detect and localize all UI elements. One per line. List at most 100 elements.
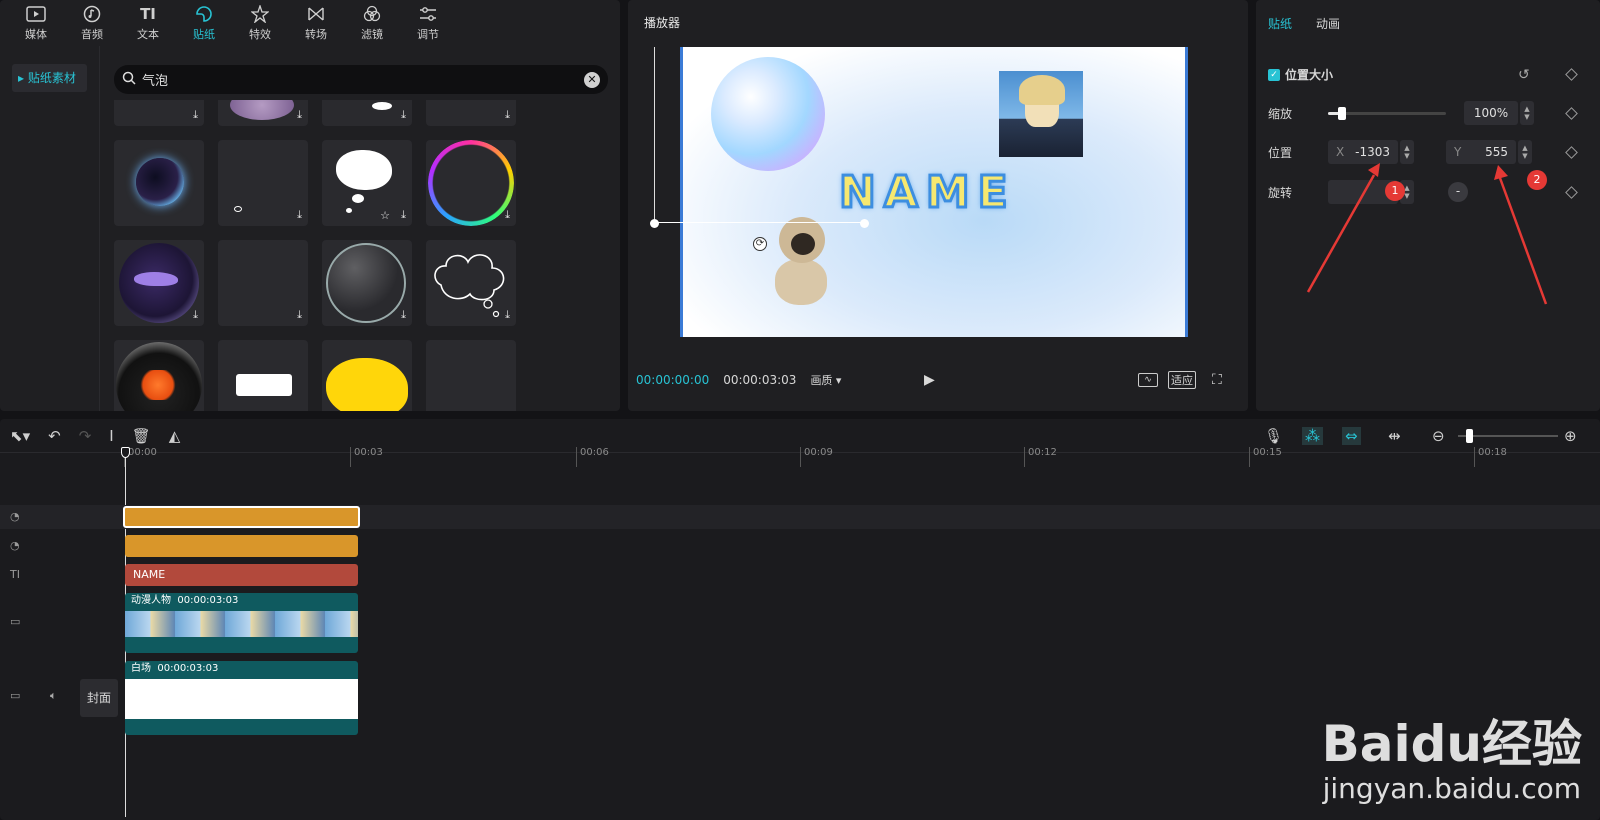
zoom-slider[interactable] bbox=[1458, 429, 1558, 443]
tab-sticker[interactable]: 贴纸 bbox=[176, 0, 232, 46]
tab-adjust[interactable]: 调节 bbox=[400, 0, 456, 46]
keyframe-icon[interactable] bbox=[1565, 106, 1578, 120]
fit-label: 适应 bbox=[1171, 374, 1193, 387]
tab-media[interactable]: 媒体 bbox=[8, 0, 64, 46]
download-icon[interactable]: ⤓ bbox=[505, 108, 510, 122]
search-input[interactable]: 气泡 bbox=[142, 70, 578, 89]
mirror-icon[interactable]: ◭ bbox=[169, 427, 181, 445]
download-icon[interactable]: ⤓ bbox=[505, 208, 510, 222]
character-image[interactable] bbox=[999, 71, 1083, 157]
video-clip[interactable]: 动漫人物 00:00:03:03 bbox=[125, 593, 358, 653]
cover-button[interactable]: 封面 bbox=[80, 679, 118, 717]
auto-snap-icon[interactable]: ⁂ bbox=[1302, 426, 1323, 445]
rotate-handle-icon[interactable]: ⟳ bbox=[753, 237, 767, 251]
download-icon[interactable]: ⤓ bbox=[193, 108, 198, 122]
sticker-item[interactable]: ⤓ bbox=[218, 240, 308, 326]
select-tool-icon[interactable]: ⬉▾ bbox=[10, 427, 30, 445]
tab-sticker-props[interactable]: 贴纸 bbox=[1268, 15, 1292, 32]
keyframe-icon[interactable] bbox=[1565, 185, 1578, 199]
sticker-item[interactable] bbox=[322, 340, 412, 411]
preview-axis-icon[interactable]: ⇹ bbox=[1388, 427, 1401, 445]
waveform-icon[interactable]: ∿ bbox=[1138, 373, 1158, 387]
clear-search-icon[interactable]: ✕ bbox=[584, 71, 600, 88]
download-icon[interactable]: ⤓ bbox=[297, 108, 302, 122]
tab-label: 滤镜 bbox=[361, 28, 383, 41]
split-icon[interactable]: Ⅰ bbox=[109, 427, 113, 445]
scale-stepper[interactable]: ▲ ▼ bbox=[1520, 101, 1534, 125]
redo-icon[interactable]: ↷ bbox=[79, 427, 92, 445]
download-icon[interactable]: ⤓ bbox=[297, 308, 302, 322]
sticker-item[interactable]: ⤓ bbox=[218, 100, 308, 126]
sticker-item[interactable]: ⤓ bbox=[218, 140, 308, 226]
sticker-item[interactable]: ⤓ bbox=[114, 240, 204, 326]
baidu-watermark: Baidu经验 jingyan.baidu.com bbox=[1322, 716, 1582, 805]
play-button[interactable]: ▶ bbox=[924, 372, 935, 388]
pug-sticker[interactable] bbox=[763, 213, 833, 307]
sticker-item[interactable] bbox=[114, 140, 204, 226]
sticker-item[interactable]: ⤓ bbox=[322, 240, 412, 326]
fullscreen-icon[interactable]: ⛶ bbox=[1212, 372, 1222, 388]
text-clip[interactable]: NAME bbox=[125, 564, 358, 586]
total-time: 00:00:03:03 bbox=[723, 373, 797, 387]
rotation-dial[interactable]: - bbox=[1448, 182, 1468, 202]
resize-handle[interactable] bbox=[650, 219, 659, 228]
zoom-out-icon[interactable]: ⊖ bbox=[1432, 427, 1445, 445]
sticker-clip[interactable] bbox=[123, 506, 360, 528]
microphone-icon[interactable]: 🎙︎ bbox=[1264, 427, 1283, 445]
sticker-track-icon: ◔ bbox=[10, 539, 20, 552]
zoom-in-icon[interactable]: ⊕ bbox=[1564, 427, 1577, 445]
search-bar[interactable]: 气泡 ✕ bbox=[114, 65, 608, 94]
favorite-icon[interactable]: ☆ bbox=[380, 209, 390, 222]
y-field[interactable]: Y 555 bbox=[1446, 140, 1516, 164]
scale-row: 缩放 100% ▲ ▼ bbox=[1268, 101, 1588, 125]
time-ruler[interactable]: 00:00 00:03 00:06 00:09 00:12 00:15 00:1… bbox=[124, 447, 1600, 467]
sidebar-item-sticker-material[interactable]: ▸ 贴纸素材 bbox=[12, 64, 87, 92]
link-icon[interactable]: ⇔ bbox=[1342, 426, 1361, 445]
download-icon[interactable]: ⤓ bbox=[297, 208, 302, 222]
tab-animation[interactable]: 动画 bbox=[1316, 15, 1340, 32]
sticker-item[interactable]: ☆ ⤓ bbox=[322, 140, 412, 226]
properties-tabs: 贴纸 动画 bbox=[1256, 0, 1600, 46]
sticker-item[interactable] bbox=[218, 340, 308, 411]
media-icon bbox=[25, 4, 47, 24]
sticker-item[interactable]: ⤓ bbox=[426, 100, 516, 126]
sticker-clip[interactable] bbox=[125, 535, 358, 557]
undo-icon[interactable]: ↶ bbox=[48, 427, 61, 445]
section-checkbox[interactable]: ✓ bbox=[1268, 68, 1280, 81]
quality-dropdown[interactable]: 画质 ▾ bbox=[810, 372, 841, 388]
selection-box[interactable] bbox=[654, 47, 864, 223]
y-stepper[interactable]: ▲ ▼ bbox=[1518, 140, 1532, 164]
sticker-item[interactable] bbox=[426, 340, 516, 411]
tab-effects[interactable]: 特效 bbox=[232, 0, 288, 46]
delete-icon[interactable]: 🗑︎ bbox=[132, 427, 151, 445]
download-icon[interactable]: ⤓ bbox=[401, 108, 406, 122]
reset-icon[interactable]: ↺ bbox=[1518, 67, 1530, 83]
sticker-item[interactable] bbox=[114, 340, 204, 411]
adjust-icon bbox=[417, 4, 439, 24]
resize-handle[interactable] bbox=[860, 219, 869, 228]
download-icon[interactable]: ⤓ bbox=[193, 308, 198, 322]
tab-audio[interactable]: 音频 bbox=[64, 0, 120, 46]
speaker-icon[interactable]: 🔈︎ bbox=[50, 689, 57, 703]
keyframe-icon[interactable] bbox=[1565, 145, 1578, 159]
scale-value-field[interactable]: 100% bbox=[1464, 101, 1518, 125]
tab-text[interactable]: TI 文本 bbox=[120, 0, 176, 46]
download-icon[interactable]: ⤓ bbox=[505, 308, 510, 322]
x-stepper[interactable]: ▲ ▼ bbox=[1400, 140, 1414, 164]
download-icon[interactable]: ⤓ bbox=[401, 208, 406, 222]
background-clip[interactable]: 白场 00:00:03:03 bbox=[125, 661, 358, 735]
sticker-item[interactable]: ⤓ bbox=[426, 140, 516, 226]
tab-filter[interactable]: 滤镜 bbox=[344, 0, 400, 46]
name-text-overlay[interactable]: NAME bbox=[838, 166, 1016, 220]
sticker-item[interactable]: ⤓ bbox=[322, 100, 412, 126]
keyframe-icon[interactable] bbox=[1565, 68, 1578, 81]
tab-transition[interactable]: 转场 bbox=[288, 0, 344, 46]
sticker-item[interactable]: ⤓ bbox=[426, 240, 516, 326]
fit-button[interactable]: 适应 bbox=[1168, 371, 1196, 389]
scale-slider[interactable] bbox=[1328, 106, 1446, 120]
library-sidebar: ▸ 贴纸素材 bbox=[0, 46, 100, 411]
audio-icon bbox=[81, 4, 103, 24]
x-field[interactable]: X -1303 bbox=[1328, 140, 1398, 164]
sticker-item[interactable]: ⤓ bbox=[114, 100, 204, 126]
download-icon[interactable]: ⤓ bbox=[401, 308, 406, 322]
